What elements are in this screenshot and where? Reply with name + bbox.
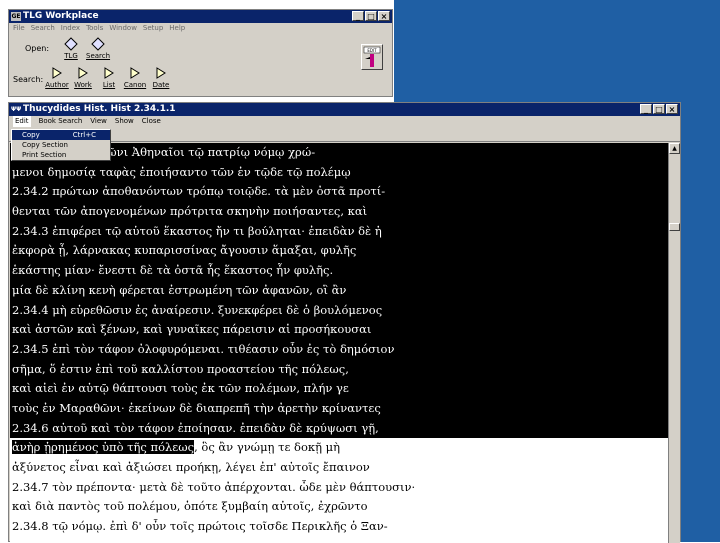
menu-index[interactable]: Index — [61, 23, 80, 34]
arrow-icon — [75, 66, 91, 80]
selected-text: ἀνὴρ ᾑρημένος ὑπὸ τῆς πόλεως — [12, 440, 195, 455]
menu-help[interactable]: Help — [169, 23, 185, 34]
menu-file[interactable]: File — [13, 23, 25, 34]
arrow-icon — [127, 66, 143, 80]
vertical-scrollbar[interactable]: ▲ — [668, 143, 680, 543]
search-label: Search: — [13, 75, 44, 84]
text-line: καὶ ἀστῶν καὶ ξένων, καὶ γυναῖκες πάρεισ… — [10, 320, 670, 340]
tlg-menubar: File Search Index Tools Window Setup Hel… — [9, 23, 392, 34]
menu-search[interactable]: Search — [31, 23, 55, 34]
thuc-titlebar: ΨΨ Thucydides Hist. Hist 2.34.1.1 _ □ × — [9, 103, 680, 116]
text-line-partial: ἀνὴρ ᾑρημένος ὑπὸ τῆς πόλεως, ὃς ἂν γνώμ… — [10, 438, 670, 458]
text-line: 2.34.4 μὴ εὑρεθῶσιν ἐς ἀναίρεσιν. ξυνεκφ… — [10, 300, 670, 321]
search-canon-button[interactable]: Canon — [123, 66, 147, 89]
text-line: 2.34.2 πρώτων ἀποθανόντων τρόπῳ τοιῷδε. … — [10, 182, 670, 203]
unselected-text: , ὃς ἂν γνώμῃ τε δοκῇ μὴ — [194, 440, 341, 455]
text-line: μία δὲ κλίνη κενὴ φέρεται ἐστρωμένη τῶν … — [10, 280, 670, 301]
thuc-title: Thucydides Hist. Hist 2.34.1.1 — [23, 104, 176, 114]
text-line: θενται τῶν ἀπογενομένων πρότριτα σκηνὴν … — [10, 202, 670, 222]
menu-view[interactable]: View — [90, 116, 107, 127]
tlg-workplace-window: GE TLG Workplace _ □ × File Search Index… — [8, 9, 393, 97]
text-line: ἑκάστης μίαν· ἔνεστι δὲ τὰ ὀστᾶ ἧς ἕκαστ… — [10, 261, 670, 281]
minimize-button[interactable]: _ — [640, 104, 652, 114]
menu-item-copy-section[interactable]: Copy Section — [12, 140, 110, 150]
search-work-button[interactable]: Work — [71, 66, 95, 89]
diamond-icon — [90, 37, 106, 51]
close-button[interactable]: × — [378, 11, 390, 21]
arrow-icon — [101, 66, 117, 80]
search-date-button[interactable]: Date — [149, 66, 173, 89]
text-line: τοὺς ἐν Μαραθῶνι· ἐκείνων δὲ διαπρεπῆ τὴ… — [10, 398, 670, 419]
edit-icon: EDIT — [363, 46, 381, 67]
search-list-button[interactable]: List — [97, 66, 121, 89]
maximize-button[interactable]: □ — [365, 11, 377, 21]
text-line: 2.34.8 τῷ νόμῳ. ἐπὶ δ' οὖν τοῖς πρώτοις … — [12, 519, 388, 534]
menu-item-copy[interactable]: Copy Ctrl+C — [12, 130, 110, 140]
text-line: σῆμα, ὅ ἐστιν ἐπὶ τοῦ καλλίστου προαστεί… — [10, 359, 670, 380]
open-tlg-button[interactable]: TLG — [59, 37, 83, 60]
text-line: 2.34.3 ἐπιφέρει τῷ αὑτοῦ ἕκαστος ἤν τι β… — [10, 221, 670, 242]
open-label: Open: — [25, 44, 50, 53]
text-line: ἐκφορὰ ᾖ, λάρνακας κυπαρισσίνας ἄγουσιν … — [10, 241, 670, 262]
thuc-menubar: Edit Book Search View Show Close — [9, 116, 680, 127]
tlg-title: TLG Workplace — [23, 11, 99, 21]
text-line: 2.34.7 τὸν πρέποντα· μετὰ δὲ τοῦτο ἀπέρχ… — [12, 479, 416, 494]
search-author-button[interactable]: Author — [45, 66, 69, 89]
tlg-titlebar: GE TLG Workplace _ □ × — [9, 10, 392, 23]
minimize-button[interactable]: _ — [352, 11, 364, 21]
arrow-icon — [153, 66, 169, 80]
diamond-icon — [63, 37, 79, 51]
menu-edit[interactable]: Edit — [13, 116, 31, 127]
text-view[interactable]: ἐν τῷ αὐτῷ χειμῶνι Ἀθηναῖοι τῷ πατρίῳ νό… — [10, 143, 670, 543]
close-button[interactable]: × — [666, 104, 678, 114]
maximize-button[interactable]: □ — [653, 104, 665, 114]
text-line: ἀξύνετος εἶναι καὶ ἀξιώσει προήκῃ, λέγει… — [12, 460, 370, 474]
edit-dropdown-menu: Copy Ctrl+C Copy Section Print Section — [11, 129, 111, 161]
scroll-thumb[interactable] — [669, 223, 680, 231]
arrow-icon — [49, 66, 65, 80]
text-line: καὶ διὰ παντὸς τοῦ πολέμου, ὁπότε ξυμβαί… — [12, 499, 368, 514]
menu-book-search[interactable]: Book Search — [39, 116, 83, 127]
app-icon: GE — [11, 12, 21, 21]
menu-show[interactable]: Show — [115, 116, 134, 127]
text-line: 2.34.5 ἐπὶ τὸν τάφον ὀλοφυρόμεναι. τιθέα… — [10, 339, 670, 360]
text-line: καὶ αἰεὶ ἐν αὐτῷ θάπτουσι τοὺς ἐκ τῶν πο… — [10, 379, 670, 399]
menu-setup[interactable]: Setup — [143, 23, 163, 34]
menu-close[interactable]: Close — [142, 116, 161, 127]
edit-button[interactable]: EDIT — [361, 44, 383, 70]
thucydides-window: ΨΨ Thucydides Hist. Hist 2.34.1.1 _ □ × … — [8, 102, 681, 543]
app-icon: ΨΨ — [11, 105, 22, 114]
scroll-up-arrow-icon[interactable]: ▲ — [669, 143, 680, 154]
text-line: 2.34.6 αὐτοῦ καὶ τὸν τάφον ἐποίησαν. ἐπε… — [10, 418, 670, 439]
open-search-button[interactable]: Search — [86, 37, 110, 60]
menu-item-print-section[interactable]: Print Section — [12, 150, 110, 160]
menu-window[interactable]: Window — [109, 23, 137, 34]
edit-badge-text: EDIT — [367, 48, 377, 53]
text-line: μενοι δημοσίᾳ ταφὰς ἐποιήσαντο τῶν ἐν τῷ… — [10, 162, 670, 183]
menu-tools[interactable]: Tools — [86, 23, 103, 34]
